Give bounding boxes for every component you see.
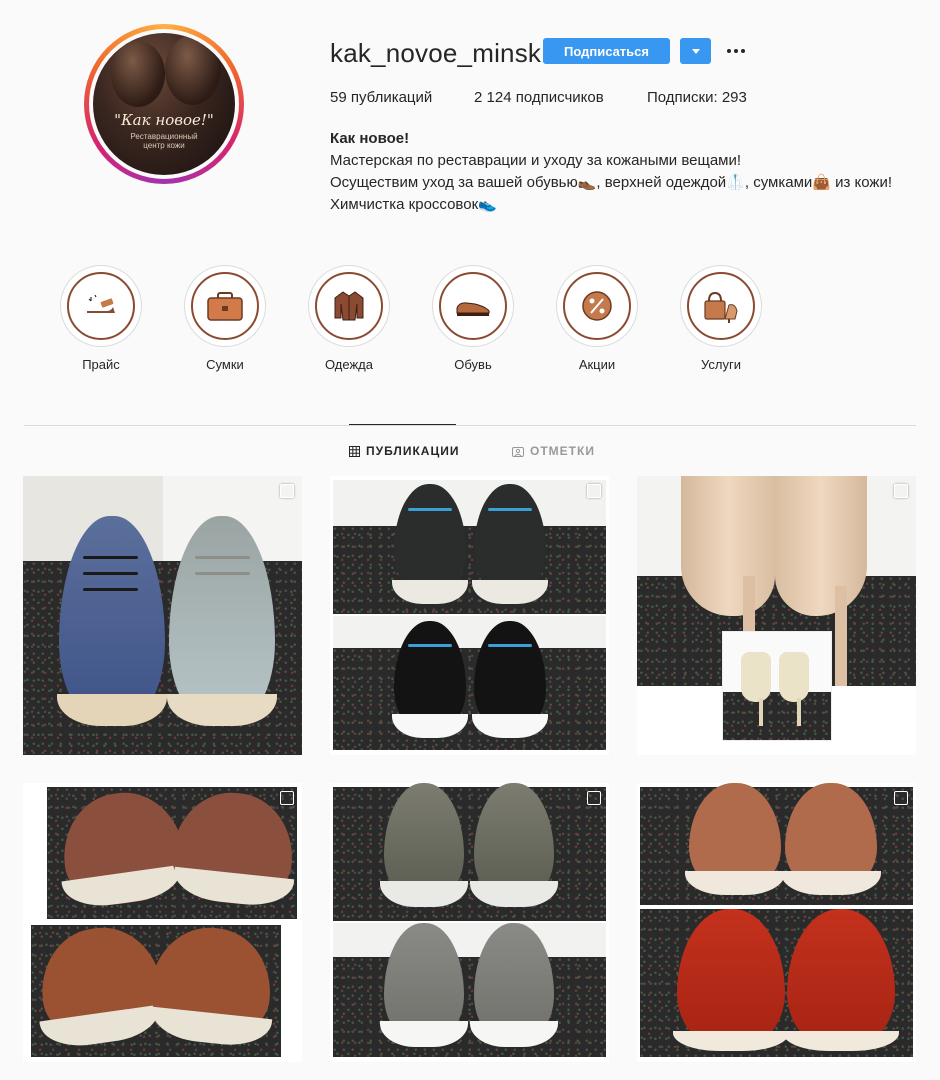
avatar-logo-text: "Как новое!" (114, 111, 214, 129)
highlight-label: Одежда (324, 357, 373, 372)
highlight-services[interactable]: Услуги (680, 265, 762, 372)
profile-bio: Как новое! Мастерская по реставрации и у… (330, 128, 892, 216)
shoe-shine-icon (87, 294, 115, 313)
post-thumbnail[interactable] (23, 783, 302, 1062)
active-tab-indicator (349, 424, 456, 425)
post-thumbnail[interactable] (330, 783, 609, 1062)
shoe-icon (456, 302, 490, 316)
highlight-shoes[interactable]: Обувь (432, 265, 514, 372)
multi-post-icon (587, 791, 601, 805)
highlight-promotions[interactable]: Акции (556, 265, 638, 372)
multi-post-icon (280, 484, 294, 498)
percent-badge-icon (582, 291, 612, 321)
highlight-clothes[interactable]: Одежда (308, 265, 390, 372)
bio-line: Химчистка кроссовок👟 (330, 196, 497, 213)
bio-line: Осуществим уход за вашей обувью👞, верхне… (330, 174, 893, 191)
follow-button[interactable]: Подписаться (543, 38, 670, 64)
avatar-story-ring[interactable]: "Как новое!" Реставрационный центр кожи (84, 24, 244, 184)
tabs-divider (24, 425, 916, 426)
avatar[interactable]: "Как новое!" Реставрационный центр кожи (93, 33, 235, 175)
tagged-icon (512, 446, 524, 457)
post-thumbnail[interactable] (637, 783, 916, 1062)
username: kak_novoe_minsk (330, 38, 542, 68)
bio-line: Мастерская по реставрации и уходу за кож… (330, 152, 742, 169)
profile-page: "Как новое!" Реставрационный центр кожи … (0, 0, 940, 1080)
highlight-label: Услуги (701, 357, 741, 372)
profile-full-name: Как новое! (330, 130, 410, 147)
multi-post-icon (280, 791, 294, 805)
posts-count: 59 публикаций (330, 89, 433, 106)
tab-tagged[interactable]: ОТМЕТКИ (512, 444, 595, 458)
multi-post-icon (894, 484, 908, 498)
multi-post-icon (894, 791, 908, 805)
avatar-logo-subtitle: Реставрационный центр кожи (130, 132, 198, 150)
triangle-down-icon (691, 48, 700, 54)
followers-count[interactable]: 2 124 подписчиков (474, 89, 604, 106)
post-thumbnail[interactable] (23, 476, 302, 755)
highlight-label: Прайс (82, 357, 120, 372)
post-thumbnail[interactable] (330, 476, 609, 755)
multi-post-icon (587, 484, 601, 498)
bag-and-heel-icon (704, 291, 738, 323)
highlight-label: Акции (578, 357, 616, 372)
grid-icon (349, 445, 360, 457)
highlight-label: Обувь (454, 357, 492, 372)
ellipsis-icon (727, 49, 731, 53)
leather-jacket-icon (334, 291, 364, 321)
post-thumbnail[interactable] (637, 476, 916, 755)
highlight-label: Сумки (206, 357, 244, 372)
more-options-button[interactable] (724, 38, 748, 64)
highlight-price[interactable]: Прайс (60, 265, 142, 372)
following-count[interactable]: Подписки: 293 (647, 89, 747, 106)
tab-posts[interactable]: ПУБЛИКАЦИИ (349, 444, 459, 458)
briefcase-icon (207, 292, 243, 321)
suggested-accounts-button[interactable] (680, 38, 711, 64)
highlight-bags[interactable]: Сумки (184, 265, 266, 372)
